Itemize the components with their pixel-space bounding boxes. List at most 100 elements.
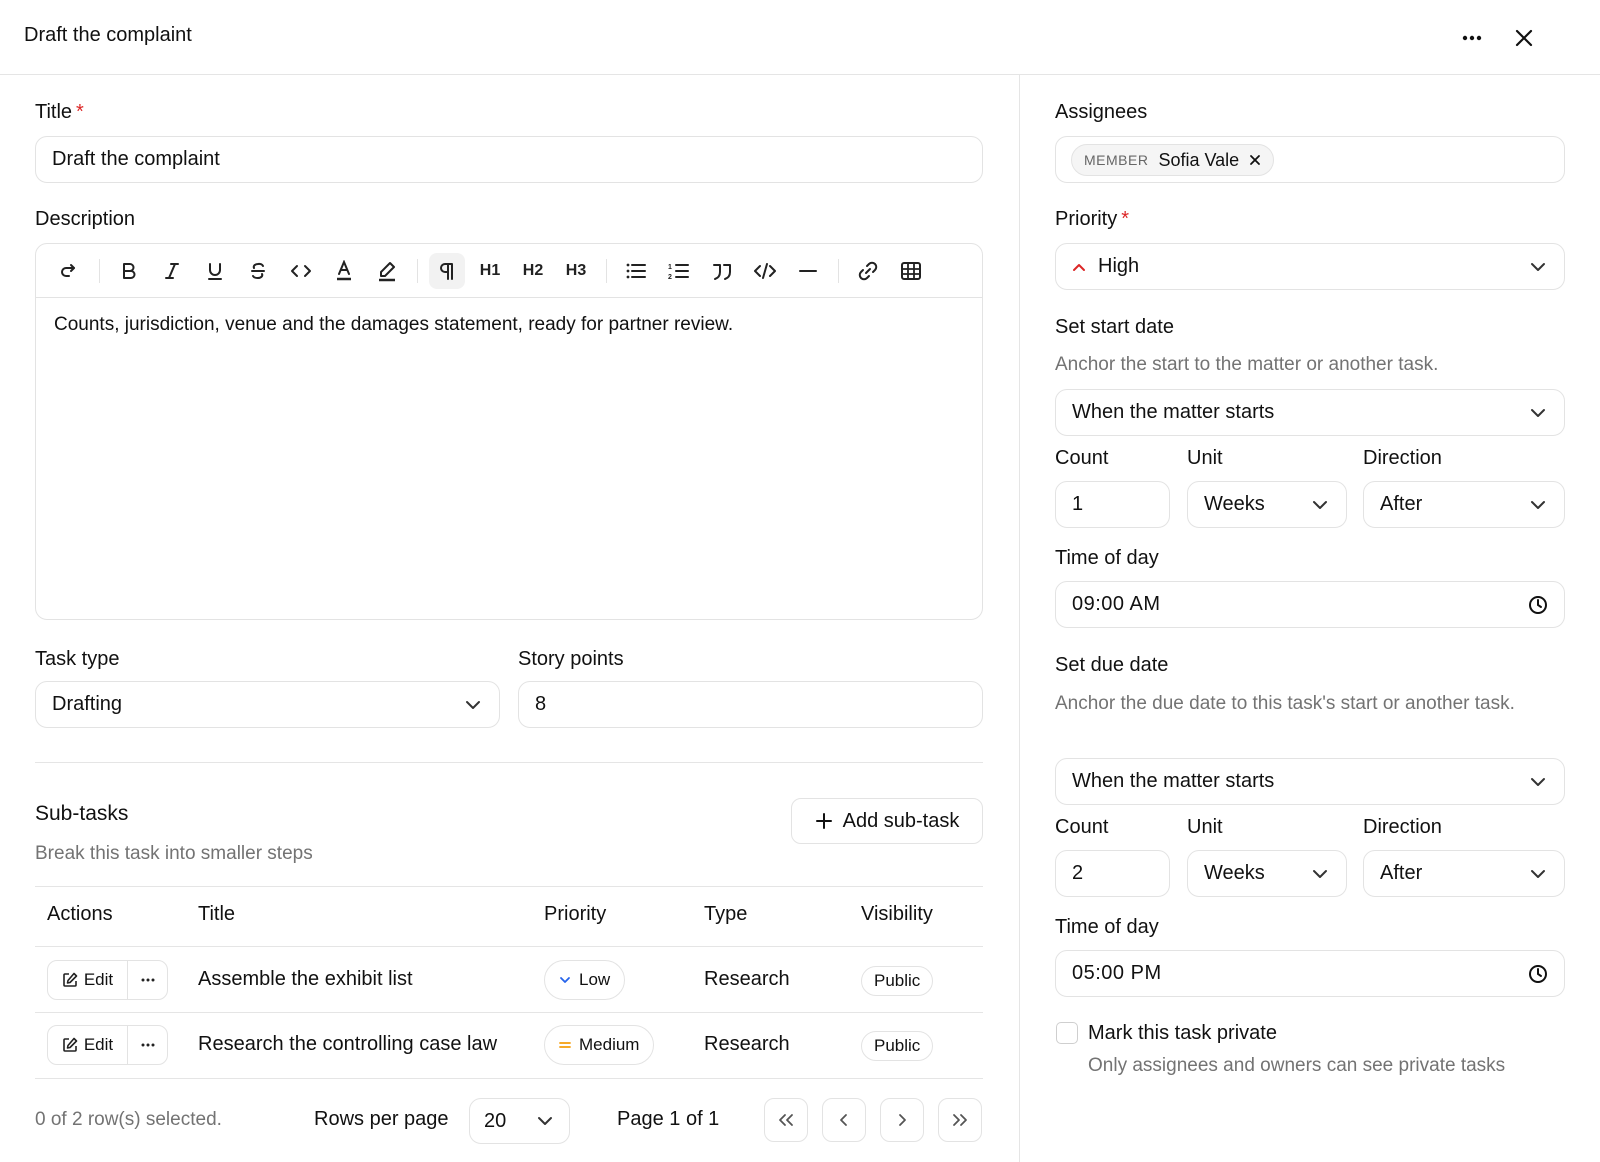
description-editor[interactable]: H1 H2 H3 12 Counts, jurisdiction, venue …: [35, 243, 983, 620]
h2-icon: H2: [522, 262, 544, 279]
add-subtask-label: Add sub-task: [842, 809, 960, 832]
chevron-down-icon: [1528, 257, 1548, 277]
more-options-button[interactable]: [1454, 20, 1490, 56]
heading-2-button[interactable]: H2: [515, 253, 551, 289]
paragraph-button[interactable]: [429, 253, 465, 289]
title-input-value: Draft the complaint: [52, 148, 220, 170]
subtask-title[interactable]: Assemble the exhibit list: [198, 968, 413, 991]
close-button[interactable]: [1506, 20, 1542, 56]
first-page-button[interactable]: [764, 1098, 808, 1142]
column-header-type: Type: [704, 903, 748, 925]
priority-badge: Low: [544, 960, 626, 1000]
rows-per-page-select[interactable]: 20: [469, 1098, 570, 1144]
visibility-badge: Public: [861, 966, 934, 996]
ordered-list-button[interactable]: 12: [661, 253, 697, 289]
due-anchor-value: When the matter starts: [1072, 770, 1275, 792]
row-actions: Edit: [47, 1025, 168, 1065]
italic-button[interactable]: [154, 253, 190, 289]
column-header-priority: Priority: [544, 903, 607, 925]
chevron-down-icon: [535, 1111, 555, 1131]
chevrons-left-icon: [779, 1114, 793, 1126]
assignee-type: MEMBER: [1084, 152, 1149, 168]
h3-icon: H3: [565, 262, 587, 279]
heading-3-button[interactable]: H3: [558, 253, 594, 289]
selection-status: 0 of 2 row(s) selected.: [35, 1109, 222, 1130]
chevron-down-icon: [1528, 772, 1548, 792]
rows-per-page-label: Rows per page: [314, 1108, 449, 1130]
next-page-button[interactable]: [880, 1098, 924, 1142]
underline-button[interactable]: [197, 253, 233, 289]
strikethrough-icon: [251, 262, 265, 279]
due-unit-label: Unit: [1187, 816, 1223, 838]
due-date-heading: Set due date: [1055, 654, 1169, 676]
subtasks-subtitle: Break this task into smaller steps: [35, 843, 313, 864]
add-subtask-button[interactable]: Add sub-task: [791, 798, 983, 844]
priority-select[interactable]: High: [1055, 243, 1565, 290]
description-text: Counts, jurisdiction, venue and the dama…: [54, 314, 734, 335]
editor-toolbar: H1 H2 H3 12: [36, 244, 982, 298]
previous-page-button[interactable]: [822, 1098, 866, 1142]
assignee-name: Sofia Vale: [1158, 149, 1240, 170]
task-type-select[interactable]: Drafting: [35, 681, 500, 728]
edit-label: Edit: [83, 970, 114, 989]
due-direction-label: Direction: [1363, 816, 1442, 838]
italic-icon: [165, 263, 179, 279]
blockquote-button[interactable]: [704, 253, 740, 289]
row-more-button[interactable]: [128, 961, 167, 999]
more-horizontal-icon: [141, 1043, 154, 1047]
title-input[interactable]: Draft the complaint: [35, 136, 983, 183]
chevron-down-icon: [1310, 864, 1330, 884]
subtasks-heading: Sub-tasks: [35, 802, 129, 825]
strikethrough-button[interactable]: [240, 253, 276, 289]
chevrons-right-icon: [953, 1114, 967, 1126]
private-label[interactable]: Mark this task private: [1088, 1022, 1277, 1045]
more-horizontal-icon: [1462, 35, 1482, 41]
inline-code-button[interactable]: [283, 253, 319, 289]
bullet-list-button[interactable]: [618, 253, 654, 289]
row-more-button[interactable]: [128, 1026, 167, 1064]
heading-1-button[interactable]: H1: [472, 253, 508, 289]
highlight-button[interactable]: [369, 253, 405, 289]
table-header-border: [35, 946, 983, 947]
due-direction-select[interactable]: After: [1363, 850, 1565, 897]
start-direction-select[interactable]: After: [1363, 481, 1565, 528]
start-unit-label: Unit: [1187, 447, 1223, 469]
required-mark: *: [76, 101, 84, 123]
edit-button[interactable]: Edit: [48, 961, 128, 999]
private-help: Only assignees and owners can see privat…: [1088, 1055, 1506, 1076]
redo-button[interactable]: [51, 253, 87, 289]
clock-icon[interactable]: [1528, 595, 1548, 615]
chevron-down-icon: [463, 695, 483, 715]
clock-icon[interactable]: [1528, 964, 1548, 984]
subtask-type: Research: [704, 968, 790, 990]
section-divider: [35, 762, 983, 763]
private-checkbox[interactable]: [1056, 1022, 1078, 1044]
due-count-input[interactable]: 2: [1055, 850, 1170, 897]
link-button[interactable]: [850, 253, 886, 289]
bold-button[interactable]: [111, 253, 147, 289]
start-time-input[interactable]: 09:00 AM: [1055, 581, 1565, 628]
row-actions: Edit: [47, 960, 168, 1000]
start-anchor-select[interactable]: When the matter starts: [1055, 389, 1565, 436]
story-points-value: 8: [535, 693, 547, 715]
start-time-label: Time of day: [1055, 547, 1159, 569]
table-button[interactable]: [893, 253, 929, 289]
start-unit-select[interactable]: Weeks: [1187, 481, 1347, 528]
code-block-button[interactable]: [747, 253, 783, 289]
subtask-title[interactable]: Research the controlling case law: [198, 1033, 497, 1056]
due-anchor-select[interactable]: When the matter starts: [1055, 758, 1565, 805]
horizontal-rule-button[interactable]: [790, 253, 826, 289]
start-count-input[interactable]: 1: [1055, 481, 1170, 528]
last-page-button[interactable]: [938, 1098, 982, 1142]
remove-assignee-button[interactable]: [1249, 154, 1261, 166]
text-color-button[interactable]: [326, 253, 362, 289]
svg-text:2: 2: [668, 274, 672, 281]
task-type-label: Task type: [35, 648, 120, 670]
table-top-border: [35, 886, 983, 887]
edit-button[interactable]: Edit: [48, 1026, 128, 1064]
text-color-icon: [337, 260, 351, 281]
due-unit-select[interactable]: Weeks: [1187, 850, 1347, 897]
description-label: Description: [35, 208, 136, 230]
story-points-input[interactable]: 8: [518, 681, 983, 728]
due-time-input[interactable]: 05:00 PM: [1055, 950, 1565, 997]
